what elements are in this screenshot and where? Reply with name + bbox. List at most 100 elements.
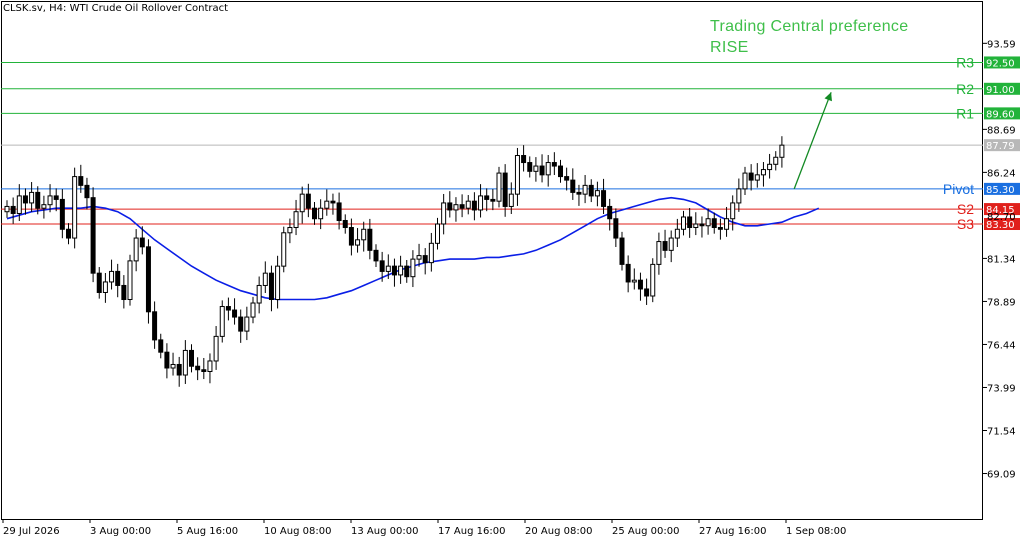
candle-body-down [613, 218, 619, 239]
price-chart[interactable]: 87.79R3 92.50R2 91.00R1 89.60Pivot 85.30S2 84… [0, 0, 1024, 538]
candle-body-down [502, 172, 508, 207]
candle-body-down [601, 190, 607, 207]
candle [176, 356, 182, 387]
candle-body-up [754, 174, 760, 181]
candle-body-down [225, 306, 231, 311]
candle [564, 167, 570, 191]
trend-arrow [793, 92, 832, 190]
candle-body-up [594, 190, 600, 197]
candle-body-down [551, 162, 557, 167]
candle [650, 258, 656, 303]
candle [318, 199, 324, 230]
time-tick-label: 29 Jul 2026 [3, 526, 60, 537]
candle [90, 187, 96, 283]
candle-body-down [53, 195, 59, 200]
candle [711, 212, 717, 234]
candle [484, 188, 490, 212]
candle [662, 229, 668, 258]
candle-body-up [410, 258, 416, 278]
candle-body-down [342, 219, 348, 229]
candle-body-up [760, 169, 766, 176]
candlesticks [4, 136, 785, 387]
candle [435, 217, 440, 250]
candle [625, 255, 631, 293]
candle [570, 168, 576, 200]
preference-direction: RISE [710, 39, 749, 56]
price-tick-label: 69.09 [987, 470, 1016, 481]
candle [533, 157, 539, 182]
time-tick-label: 13 Aug 00:00 [351, 526, 418, 537]
candle-body-up [4, 205, 10, 213]
candle-body-down [687, 216, 693, 229]
candle-body-down [422, 255, 428, 264]
candle-body-down [90, 197, 96, 274]
candle [66, 223, 71, 245]
candle [644, 278, 650, 305]
candle [588, 179, 594, 203]
price-tick-label: 78.89 [987, 297, 1016, 308]
candle-body-up [767, 163, 773, 171]
candle-body-down [570, 179, 576, 193]
candle [551, 152, 557, 176]
candle [717, 218, 723, 240]
candle [693, 212, 699, 236]
candle-body-up [219, 306, 225, 337]
candle-body-down [404, 265, 410, 278]
candle-body-down [145, 246, 151, 313]
candle-body-down [305, 193, 311, 209]
candle [545, 154, 551, 187]
candle-body-down [391, 265, 397, 276]
candle-body-down [637, 279, 643, 290]
candle-body-down [59, 198, 65, 230]
time-tick-label: 20 Aug 08:00 [525, 526, 592, 537]
candle-body-down [164, 351, 170, 369]
candle-body-down [312, 207, 317, 220]
candle-body-down [717, 227, 723, 230]
candle-body-down [748, 172, 754, 181]
candle [244, 306, 250, 341]
candle-body-down [576, 191, 582, 195]
candle [754, 163, 760, 188]
candle [102, 272, 108, 303]
symbol-label: CLSK.sv, H4: [3, 3, 67, 14]
candle [109, 259, 115, 290]
candle [164, 343, 170, 379]
candle-body-down [588, 184, 594, 197]
candle [96, 267, 102, 299]
candle-body-up [127, 260, 133, 301]
candle-body-down [176, 363, 182, 376]
candle [631, 268, 637, 290]
candle-body-down [84, 184, 90, 199]
candle [262, 261, 268, 294]
candle-body-up [674, 228, 680, 239]
candle-body-down [268, 272, 274, 301]
candle [59, 189, 65, 239]
candle-body-down [22, 195, 28, 204]
arrow-shaft [793, 92, 832, 190]
candle [373, 244, 379, 268]
candle [84, 177, 90, 210]
candle-body-up [416, 255, 422, 260]
candle-body-down [232, 309, 238, 318]
candle-body-up [102, 281, 108, 293]
candle [121, 275, 127, 309]
candle [367, 218, 373, 260]
candle-body-up [779, 144, 785, 158]
axes: 93.59 88.69 86.24 81.34 78.89 76.44 73.99 71.54… [2, 39, 1016, 537]
candle-body-down [195, 365, 201, 371]
candle [10, 197, 16, 224]
candle-body-up [109, 270, 115, 283]
candle [521, 145, 527, 172]
level-name-r3: R3 [956, 54, 974, 70]
candle-body-down [121, 284, 127, 301]
candle-body-down [78, 176, 84, 186]
candle [459, 194, 465, 218]
candle [281, 226, 287, 273]
candle [539, 154, 545, 183]
candle [238, 309, 244, 343]
candle-body-up [533, 165, 539, 172]
candle-body-up [133, 237, 139, 262]
time-tick-label: 3 Aug 00:00 [90, 526, 151, 537]
candle-body-up [355, 239, 361, 246]
candle-body-down [158, 339, 164, 353]
